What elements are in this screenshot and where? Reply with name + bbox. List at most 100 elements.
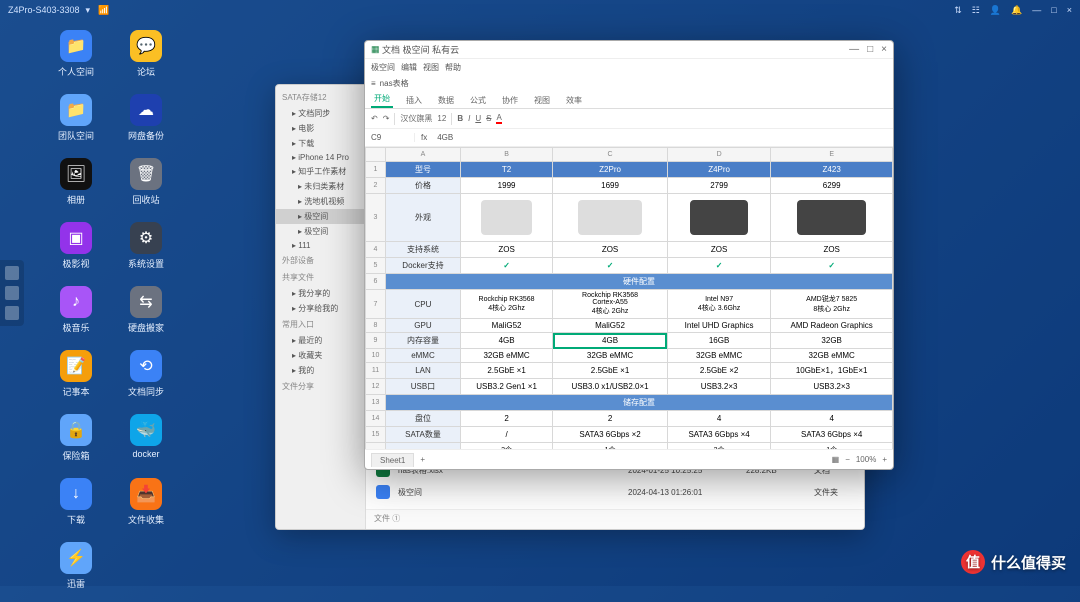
cell[interactable]: LAN [386,363,461,379]
underline-button[interactable]: U [475,114,481,123]
desktop-icon[interactable]: ↓下载 [42,478,110,538]
col-header[interactable]: E [771,148,893,162]
topbar-icon[interactable]: ☷ [972,5,980,16]
file-row[interactable]: 极空间2024-04-13 01:26:01文件夹 [366,481,864,503]
cell[interactable]: 盘位 [386,411,461,427]
ribbon-tab[interactable]: 数据 [435,93,457,108]
cell[interactable]: ✓ [460,258,552,274]
redo-button[interactable]: ↷ [383,114,390,123]
ribbon-tab[interactable]: 插入 [403,93,425,108]
desktop-icon[interactable]: 🔒保险箱 [42,414,110,474]
cell[interactable]: Rockchip RK3568 Cortex-A55 4核心 2Ghz [553,290,668,319]
cell[interactable]: 32GB eMMC [667,349,770,363]
menu-item[interactable]: 视图 [423,62,439,73]
desktop-icon[interactable]: ▣极影视 [42,222,110,282]
cell[interactable]: 32GB [771,333,893,349]
cell[interactable]: AMD Radeon Graphics [771,319,893,333]
formula-input[interactable]: 4GB [433,133,893,142]
desktop-icon[interactable]: ⚡迅雷 [42,542,110,602]
cell[interactable]: ✓ [771,258,893,274]
desktop-icon[interactable]: 📝记事本 [42,350,110,410]
sidebar-item[interactable]: ▸ 分享给我的 [276,301,365,316]
col-header[interactable]: D [667,148,770,162]
sheet-tab[interactable]: Sheet1 [371,453,414,467]
cell[interactable]: 6299 [771,178,893,194]
cell[interactable]: SATA3 6Gbps ×4 [667,427,770,443]
cell[interactable]: 2 [460,411,552,427]
cell[interactable]: Intel N97 4核心 3.6Ghz [667,290,770,319]
cell[interactable]: Z4Pro [667,162,770,178]
row-header[interactable]: 5 [366,258,386,274]
dropdown-icon[interactable]: ▾ [86,5,91,16]
italic-button[interactable]: I [468,114,470,123]
cell[interactable]: 4GB [460,333,552,349]
cell[interactable]: Z2Pro [553,162,668,178]
wifi-icon[interactable]: 📶 [98,5,109,16]
menu-item[interactable]: 帮助 [445,62,461,73]
row-header[interactable]: 12 [366,379,386,395]
sidebar-item[interactable]: ▸ 文档同步 [276,106,365,121]
cell[interactable]: 10GbE×1，1GbE×1 [771,363,893,379]
cell[interactable]: USB3.2×3 [667,379,770,395]
zoom-in-button[interactable]: + [882,455,887,464]
close-button[interactable]: × [881,44,887,55]
desktop-icon[interactable]: 🗑回收站 [112,158,180,218]
sidebar-item[interactable]: ▸ 极空间 [276,224,365,239]
cell[interactable]: 2799 [667,178,770,194]
cell[interactable]: T2 [460,162,552,178]
desktop-icon[interactable]: ⟲文档同步 [112,350,180,410]
cell[interactable]: ZOS [553,242,668,258]
row-header[interactable]: 14 [366,411,386,427]
font-size[interactable]: 12 [437,114,446,123]
cell[interactable]: 型号 [386,162,461,178]
font-select[interactable]: 汉仪旗黑 [400,113,432,124]
ribbon-tab[interactable]: 效率 [563,93,585,108]
maximize-icon[interactable]: □ [1051,5,1056,15]
section-header[interactable]: 硬件配置 [386,274,893,290]
sidebar-item[interactable]: ▸ 未归类素材 [276,179,365,194]
cell[interactable]: ✓ [667,258,770,274]
topbar-icon[interactable]: ⇅ [954,5,962,16]
ss-filename[interactable]: nas表格 [380,78,409,89]
cell-reference[interactable]: C9 [365,133,415,142]
sidebar-item[interactable]: ▸ 知乎工作素材 [276,164,365,179]
cell[interactable]: MaliG52 [553,319,668,333]
cell[interactable]: SATA数量 [386,427,461,443]
dock-item[interactable] [5,266,19,280]
row-header[interactable]: 13 [366,395,386,411]
sidebar-item[interactable]: ▸ 我分享的 [276,286,365,301]
cell[interactable] [460,194,552,242]
section-header[interactable]: 储存配置 [386,395,893,411]
cell[interactable]: SATA3 6Gbps ×4 [771,427,893,443]
cell[interactable]: 4GB [553,333,668,349]
sidebar-item[interactable]: ▸ 洗地机视频 [276,194,365,209]
view-mode-icon[interactable]: ▦ [832,455,840,464]
sidebar-item[interactable]: ▸ 电影 [276,121,365,136]
row-header[interactable]: 3 [366,194,386,242]
cell[interactable]: 价格 [386,178,461,194]
cell[interactable]: ZOS [460,242,552,258]
sidebar-item[interactable]: ▸ 最近的 [276,333,365,348]
sidebar-item[interactable]: ▸ 我的 [276,363,365,378]
cell[interactable]: CPU [386,290,461,319]
cell[interactable]: 32GB eMMC [460,349,552,363]
cell[interactable]: 4 [667,411,770,427]
close-icon[interactable]: × [1067,5,1072,15]
cell[interactable]: 32GB eMMC [771,349,893,363]
fx-icon[interactable]: fx [415,133,433,142]
cell[interactable]: 2 [553,411,668,427]
cell[interactable]: 2.5GbE ×1 [460,363,552,379]
cell[interactable]: 1999 [460,178,552,194]
menu-item[interactable]: 极空间 [371,62,395,73]
cell[interactable]: Intel UHD Graphics [667,319,770,333]
cell[interactable]: 16GB [667,333,770,349]
device-title[interactable]: Z4Pro-S403-3308 [8,5,80,15]
undo-button[interactable]: ↶ [371,114,378,123]
row-header[interactable]: 6 [366,274,386,290]
cell[interactable]: ZOS [771,242,893,258]
row-header[interactable]: 8 [366,319,386,333]
cell[interactable]: 1699 [553,178,668,194]
minimize-button[interactable]: — [849,44,859,55]
desktop-icon[interactable]: 🖼相册 [42,158,110,218]
dock-item[interactable] [5,306,19,320]
